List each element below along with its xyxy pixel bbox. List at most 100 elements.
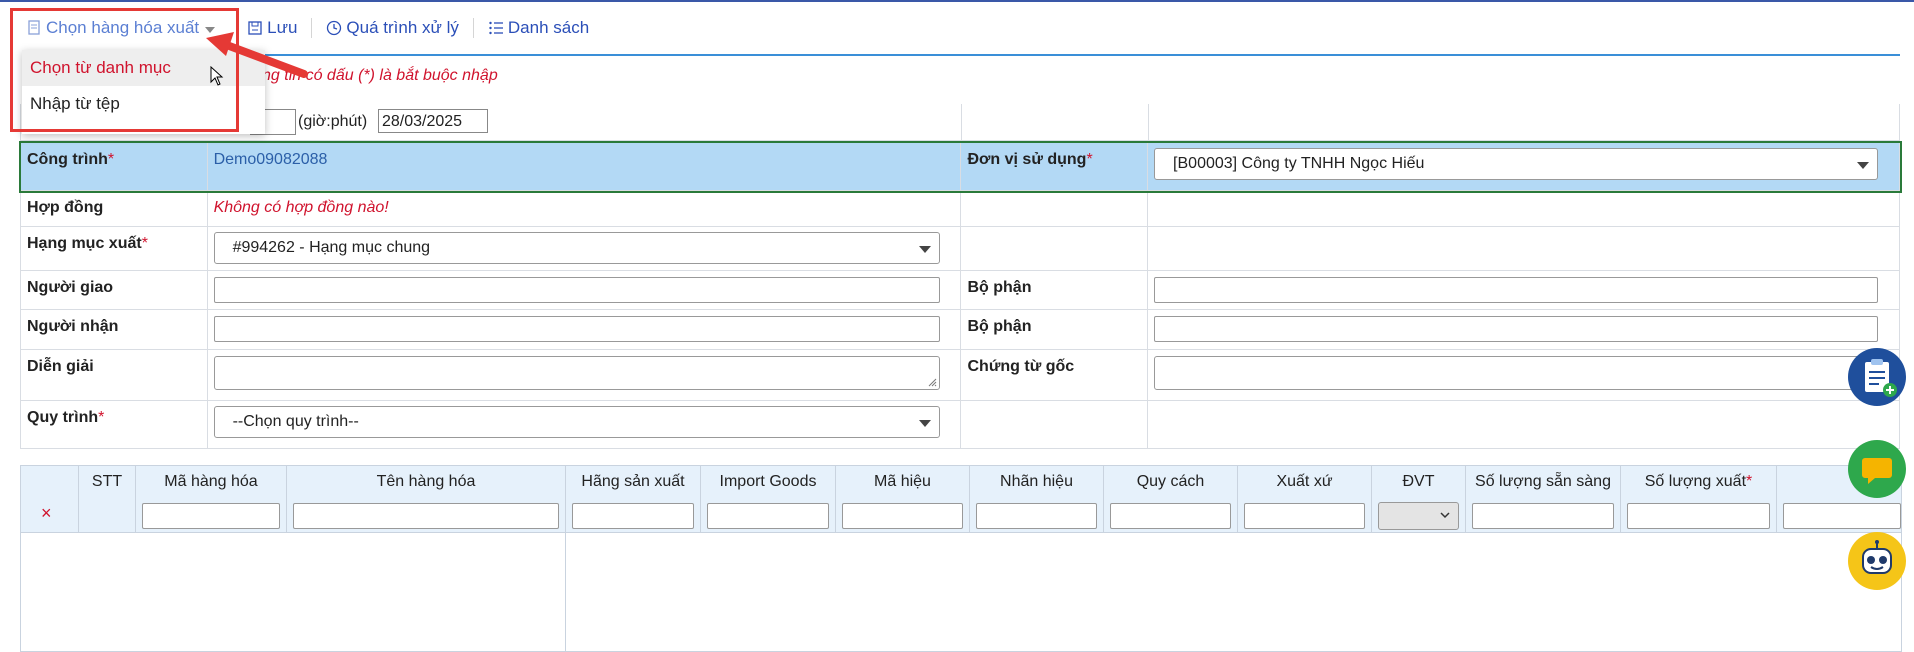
- export-form: Công trình* Demo09082088 Đơn vị sử dụng*…: [18, 140, 1902, 449]
- list-icon: [489, 21, 503, 35]
- filter-import-goods-input[interactable]: [707, 503, 829, 529]
- receiver-input[interactable]: [213, 316, 940, 342]
- col-header-name[interactable]: Tên hàng hóa: [286, 466, 565, 498]
- deliverer-dept-input[interactable]: [1154, 277, 1879, 303]
- form-row-export-item: Hạng mục xuất* #994262 - Hạng mục chung: [20, 226, 1900, 271]
- process-label: Quá trình xử lý: [346, 18, 459, 37]
- date-input[interactable]: 28/03/2025: [378, 109, 488, 133]
- receiver-dept-input[interactable]: [1154, 316, 1879, 342]
- chevron-down-icon: [1857, 162, 1870, 169]
- filter-origin-input[interactable]: [1244, 503, 1365, 529]
- description-textarea[interactable]: [213, 356, 940, 390]
- filter-unit-select[interactable]: [1378, 502, 1459, 530]
- col-header-stt[interactable]: STT: [78, 466, 135, 498]
- resize-grip-icon[interactable]: [927, 377, 937, 387]
- clipboard-add-icon: [1865, 359, 1897, 397]
- col-header-origin[interactable]: Xuất xứ: [1237, 466, 1371, 498]
- deliverer-label: Người giao: [20, 270, 208, 310]
- filter-manufacturer-input[interactable]: [572, 503, 694, 529]
- toolbar-separator: [472, 18, 474, 38]
- document-icon: [28, 20, 40, 35]
- robot-icon: [1862, 540, 1892, 574]
- grid-header: STT Mã hàng hóa Tên hàng hóa Hãng sản xu…: [21, 465, 1901, 499]
- using-unit-label: Đơn vị sử dụng*: [960, 142, 1149, 191]
- cell-divider: [1148, 104, 1149, 140]
- time-format-label: (giờ:phút): [298, 113, 368, 130]
- col-header-qty-ready[interactable]: Số lượng sẵn sàng: [1465, 466, 1620, 498]
- filter-brand-input[interactable]: [976, 503, 1097, 529]
- filter-model-input[interactable]: [842, 503, 963, 529]
- toolbar: Chọn hàng hóa xuất Lưu Quá trình xử lý D…: [28, 16, 589, 40]
- grid-filter-row: ×: [21, 498, 1901, 533]
- filter-qty-export-input[interactable]: [1627, 503, 1770, 529]
- col-header-unit[interactable]: ĐVT: [1371, 466, 1465, 498]
- chat-icon: [1862, 458, 1892, 484]
- chevron-down-icon: [1440, 512, 1450, 519]
- form-row-receiver: Người nhận Bộ phận: [20, 309, 1900, 350]
- col-header-manufacturer[interactable]: Hãng sản xuất: [565, 466, 700, 498]
- chevron-down-icon: [918, 420, 931, 427]
- cell-divider: [20, 104, 21, 140]
- form-row-deliverer: Người giao Bộ phận: [20, 270, 1900, 310]
- export-item-label: Hạng mục xuất*: [20, 226, 208, 271]
- form-row-description: Diễn giải Chứng từ gốc: [20, 349, 1900, 401]
- deliverer-dept-label: Bộ phận: [960, 270, 1149, 310]
- workflow-select[interactable]: --Chọn quy trình--: [213, 406, 940, 438]
- dropdown-item-from-catalog[interactable]: Chọn từ danh mục: [22, 50, 265, 86]
- required-note: ng tin có dấu (*) là bắt buộc nhập: [262, 67, 498, 84]
- save-button[interactable]: Lưu: [247, 18, 297, 38]
- filter-extra-input[interactable]: [1783, 503, 1901, 529]
- dropdown-item-import-file[interactable]: Nhập từ tệp: [22, 86, 265, 122]
- process-button[interactable]: Quá trình xử lý: [326, 18, 459, 38]
- project-value[interactable]: Demo09082088: [206, 142, 962, 191]
- filter-qty-ready-input[interactable]: [1472, 503, 1614, 529]
- filter-code-input[interactable]: [142, 503, 280, 529]
- form-row-workflow: Quy trình* --Chọn quy trình--: [20, 400, 1900, 449]
- cell-divider: [1899, 104, 1900, 140]
- filter-spec-input[interactable]: [1110, 503, 1231, 529]
- date-row: (giờ:phút) 28/03/2025: [20, 104, 1900, 141]
- clock-icon: [327, 20, 342, 36]
- col-header-brand[interactable]: Nhãn hiệu: [969, 466, 1103, 498]
- col-header-code[interactable]: Mã hàng hóa: [135, 466, 286, 498]
- bot-assistant-button[interactable]: [1848, 532, 1906, 590]
- chevron-down-icon: [918, 246, 931, 253]
- deliverer-input[interactable]: [213, 277, 940, 303]
- mouse-cursor-icon: [210, 66, 224, 86]
- chat-button[interactable]: [1848, 440, 1906, 498]
- goods-grid: STT Mã hàng hóa Tên hàng hóa Hãng sản xu…: [20, 465, 1902, 652]
- workflow-label: Quy trình*: [20, 400, 208, 449]
- original-doc-textarea[interactable]: [1154, 356, 1879, 390]
- receiver-dept-label: Bộ phận: [960, 309, 1149, 350]
- contract-value: Không có hợp đồng nào!: [206, 190, 962, 227]
- form-row-contract: Hợp đồng Không có hợp đồng nào!: [20, 190, 1900, 227]
- filter-name-input[interactable]: [293, 503, 559, 529]
- original-doc-label: Chứng từ gốc: [960, 349, 1149, 401]
- chevron-down-icon: [205, 26, 216, 33]
- col-header-model[interactable]: Mã hiệu: [835, 466, 969, 498]
- using-unit-select[interactable]: [B00003] Công ty TNHH Ngọc Hiếu: [1154, 148, 1879, 180]
- form-row-project: Công trình* Demo09082088 Đơn vị sử dụng*…: [18, 140, 1902, 193]
- save-icon: [248, 21, 262, 35]
- save-label: Lưu: [267, 18, 298, 37]
- toolbar-separator: [311, 18, 313, 38]
- col-header-action: [21, 466, 78, 498]
- receiver-label: Người nhận: [20, 309, 208, 350]
- clipboard-add-button[interactable]: [1848, 348, 1906, 406]
- project-label: Công trình*: [20, 142, 208, 191]
- delete-row-icon[interactable]: ×: [41, 503, 52, 524]
- toolbar-underline: [248, 54, 1900, 56]
- col-header-import-goods[interactable]: Import Goods: [700, 466, 835, 498]
- col-header-qty-export[interactable]: Số lượng xuất*: [1620, 466, 1776, 498]
- cell-divider: [961, 104, 962, 140]
- choose-goods-button[interactable]: Chọn hàng hóa xuất: [28, 18, 216, 38]
- list-button[interactable]: Danh sách: [488, 18, 589, 38]
- description-label: Diễn giải: [20, 349, 208, 401]
- grid-body-divider: [565, 532, 566, 652]
- contract-label: Hợp đồng: [20, 190, 208, 227]
- col-header-spec[interactable]: Quy cách: [1103, 466, 1237, 498]
- choose-goods-dropdown: Chọn từ danh mục Nhập từ tệp: [22, 50, 265, 134]
- list-label: Danh sách: [507, 18, 590, 37]
- top-accent-line: [0, 0, 1914, 2]
- export-item-select[interactable]: #994262 - Hạng mục chung: [213, 232, 940, 264]
